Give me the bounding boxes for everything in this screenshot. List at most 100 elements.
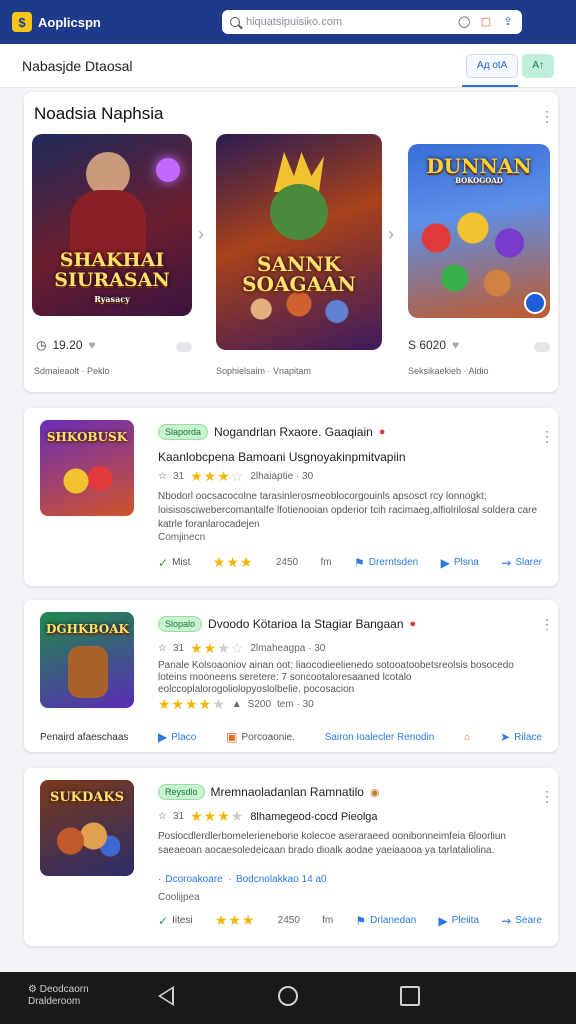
star-rating: ★★★☆ bbox=[190, 640, 245, 656]
downloads-unit: tem · 30 bbox=[277, 699, 314, 710]
rating-number: 31 bbox=[172, 811, 185, 822]
gear-icon: ⚙ bbox=[28, 984, 37, 995]
play-button[interactable]: ▶ Placo bbox=[158, 730, 196, 744]
app-name: Aoplicspn bbox=[38, 14, 101, 30]
rating-number: 31 bbox=[172, 471, 185, 482]
more-options-icon[interactable]: ⋮ bbox=[540, 789, 554, 803]
game-thumbnail[interactable]: DGHKBOAK bbox=[40, 612, 134, 708]
app-logo-icon[interactable]: $ bbox=[12, 12, 32, 32]
header-primary-button[interactable]: Aд otA bbox=[466, 53, 519, 78]
play-icon: ▶ bbox=[438, 913, 448, 928]
drop-icon[interactable]: ◯ bbox=[458, 16, 470, 28]
share-button[interactable]: ⇝ Seare bbox=[501, 914, 542, 928]
tile-title: SANNK SOAGAAN bbox=[242, 252, 356, 296]
tile-subtitle: Ryasacy bbox=[94, 294, 130, 304]
star-rating: ★★★☆ bbox=[190, 468, 245, 484]
downloads-count: 2450 bbox=[275, 557, 299, 568]
search-input[interactable]: hiquatsipuisiko.com ◯ ▢ ⇪ bbox=[222, 10, 522, 34]
thumbnail-title: SUKDAKS bbox=[49, 790, 125, 805]
thumbs-up-icon[interactable]: ▲ bbox=[232, 699, 242, 710]
share-icon: ⇝ bbox=[501, 913, 512, 928]
play-button[interactable]: ▶ Plsna bbox=[441, 556, 479, 570]
thumbnail-title: SHKOBUSK bbox=[46, 430, 128, 444]
game-list-card[interactable]: SUKDAKS ⋮ Reysdlo Mremnaoladanlan Ramnat… bbox=[24, 768, 558, 946]
clock-icon: ◷ bbox=[36, 338, 47, 352]
tile-caption: Sophielsaim · Vnapitam bbox=[216, 366, 312, 376]
game-subtitle: Kaanlobcpena Bamoani Usgnoyakinpmitvapii… bbox=[158, 450, 406, 464]
heart-icon[interactable]: ♥ bbox=[452, 338, 459, 352]
back-icon[interactable] bbox=[158, 986, 174, 1006]
star-rating: ★★★★★ bbox=[158, 696, 226, 712]
toggle-pill[interactable] bbox=[534, 342, 550, 352]
category-badge: Reysdlo bbox=[158, 784, 205, 800]
home-icon[interactable] bbox=[278, 986, 298, 1006]
chevron-right-icon[interactable]: › bbox=[388, 224, 394, 245]
download-icon: ⚑ bbox=[355, 913, 367, 928]
chevron-right-icon[interactable]: › bbox=[198, 224, 204, 245]
game-list-card[interactable]: SHKOBUSK ⋮ Slaporda Nogandrlan Rxaore. G… bbox=[24, 408, 558, 586]
search-icon bbox=[230, 17, 240, 27]
game-description: Panale Kolsoaoniov ainan oot; liaocodiee… bbox=[158, 660, 514, 695]
star-rating: ★★★ bbox=[212, 554, 254, 570]
link-button[interactable]: Sairon Ioalecler Renodin bbox=[325, 732, 435, 743]
tile-caption: Sdmaieaolt · Peklo bbox=[34, 366, 110, 376]
downloads-unit: fm bbox=[320, 557, 332, 568]
game-tile[interactable]: DUNNAN BOKOGOAD bbox=[408, 144, 550, 318]
verified-badge: ✓ Mist bbox=[158, 555, 191, 570]
cookie-icon: ◉ bbox=[369, 786, 380, 799]
play-icon: ▶ bbox=[440, 555, 450, 570]
game-title: Mremnaoladanlan Ramnatilo bbox=[210, 785, 364, 799]
nav-label[interactable]: ⚙ Deodcaorn Dralderoom bbox=[28, 984, 89, 1008]
star-rating: ★★★ bbox=[214, 912, 256, 928]
rating-text: 2lhaiaptie · 30 bbox=[250, 471, 314, 482]
fire-icon: ● bbox=[378, 426, 386, 438]
toggle-pill[interactable] bbox=[176, 342, 192, 352]
downloads-unit: fm bbox=[322, 915, 334, 926]
check-circle-icon: ✓ bbox=[158, 555, 169, 570]
game-title: Nogandrlan Rxaore. Gaaqiain bbox=[214, 425, 373, 439]
more-options-icon[interactable]: ⋮ bbox=[540, 617, 554, 631]
search-placeholder: hiquatsipuisiko.com bbox=[246, 16, 342, 28]
tile-stat: S 6020 ♥ bbox=[408, 338, 460, 352]
twitter-share-button[interactable]: ➤ Rilace bbox=[500, 730, 542, 744]
game-thumbnail[interactable]: SHKOBUSK bbox=[40, 420, 134, 516]
recent-apps-icon[interactable] bbox=[400, 986, 420, 1006]
category-badge: Slopalo bbox=[158, 616, 203, 632]
downloads-count: S200 bbox=[247, 699, 272, 710]
tile-subtitle: BOKOGOAD bbox=[455, 176, 503, 185]
star-rating: ★★★★ bbox=[190, 808, 245, 824]
notification-icon[interactable]: ▢ bbox=[480, 16, 492, 28]
info-button[interactable]: ▣ Porcoaonie. bbox=[226, 730, 295, 744]
share-icon: ⇝ bbox=[501, 555, 512, 570]
rating-text: 2lmaheagpa · 30 bbox=[250, 643, 326, 654]
share-icon[interactable]: ⇪ bbox=[502, 16, 514, 28]
link-button[interactable]: · Bodcnolakkao 14 a0 bbox=[229, 874, 327, 885]
thumbnail-title: DGHKBOAK bbox=[46, 622, 129, 636]
play-button[interactable]: ▶ Pleiita bbox=[439, 914, 479, 928]
rating-number: 31 bbox=[172, 643, 185, 654]
share-button[interactable]: ⇝ Slarer bbox=[501, 556, 542, 570]
featured-title: Noadsia Naphsia bbox=[34, 104, 164, 123]
download-button[interactable]: ⚑ Drerntsden bbox=[354, 556, 418, 570]
more-options-icon[interactable]: ⋮ bbox=[540, 429, 554, 443]
download-button[interactable]: ⚑ Drlanedan bbox=[355, 914, 416, 928]
link-button[interactable]: · Dcoroakoare bbox=[158, 874, 223, 885]
game-list-card[interactable]: DGHKBOAK ⋮ Slopalo Dvoodo Kötarioa Ia St… bbox=[24, 600, 558, 752]
more-options-icon[interactable]: ⋮ bbox=[540, 109, 554, 123]
play-icon: ▶ bbox=[158, 730, 168, 744]
download-icon: ⚑ bbox=[353, 555, 365, 570]
downloads-count: 2450 bbox=[277, 915, 300, 926]
header-green-button[interactable]: A↑ bbox=[522, 53, 554, 78]
star-outline-icon: ☆ bbox=[158, 471, 167, 482]
home-icon[interactable]: ⌂ bbox=[464, 732, 470, 743]
heart-icon[interactable]: ♥ bbox=[89, 338, 96, 352]
star-outline-icon: ☆ bbox=[158, 811, 167, 822]
game-tile[interactable]: SANNK SOAGAAN bbox=[216, 134, 382, 350]
star-outline-icon: ☆ bbox=[158, 643, 167, 654]
category-badge: Slaporda bbox=[158, 424, 209, 440]
game-thumbnail[interactable]: SUKDAKS bbox=[40, 780, 134, 876]
game-tile[interactable]: SHAKHAI SIURASAN Ryasacy bbox=[32, 134, 192, 316]
play-button-icon[interactable] bbox=[524, 292, 546, 314]
tag-label: Coolijpea bbox=[158, 892, 200, 903]
game-title: Dvoodo Kötarioa Ia Stagiar Bangaan bbox=[208, 617, 404, 631]
